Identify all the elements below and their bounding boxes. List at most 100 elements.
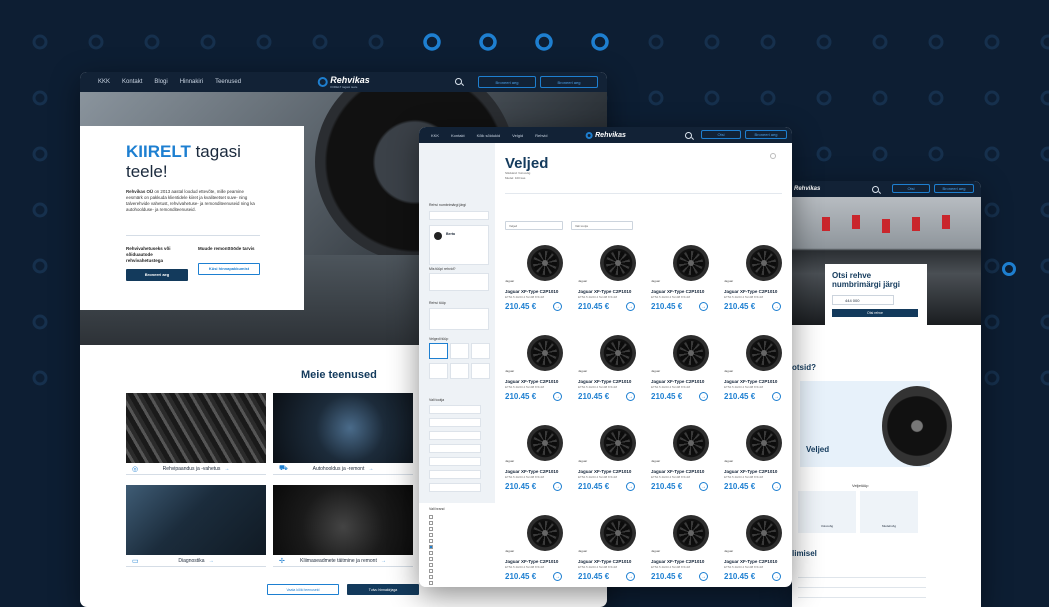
add-to-cart-icon[interactable]: → — [699, 572, 708, 581]
brand-checkbox[interactable] — [429, 575, 433, 579]
plate-input[interactable]: 444 000 — [832, 295, 894, 305]
faq-row[interactable] — [798, 583, 926, 588]
product-card[interactable]: Jaguar Jaguar XF-Type C2P1010 ET52.5 4H6… — [578, 509, 651, 585]
filter-dropdown[interactable] — [429, 444, 481, 453]
brand-checkbox[interactable] — [429, 569, 433, 573]
filter-dropdown[interactable] — [429, 470, 481, 479]
service-card-ac[interactable]: ✢ Kliimaseadmete täitmine ja remont → — [273, 485, 413, 567]
filter-dropdown[interactable] — [429, 483, 481, 492]
filter-dropdown[interactable] — [429, 418, 481, 427]
add-to-cart-icon[interactable]: → — [553, 572, 562, 581]
book-tire-button[interactable]: Broneeri aeg — [126, 269, 188, 281]
nav-hinnakiri[interactable]: Hinnakiri — [180, 79, 203, 85]
rim-type-volvo[interactable]: Volvovõg — [798, 491, 856, 533]
product-card[interactable]: Jaguar Jaguar XF-Type C2P1010 ET52.5 4H6… — [578, 239, 651, 315]
search-icon[interactable] — [455, 78, 462, 85]
nav-kontakt[interactable]: Kontakt — [122, 79, 142, 85]
service-card-maintenance[interactable]: ⛟ Autohooldus ja -remont → — [273, 393, 413, 475]
product-card[interactable]: Jaguar Jaguar XF-Type C2P1010 ET52.5 4H6… — [651, 419, 724, 495]
brand-checkbox[interactable] — [429, 533, 433, 537]
rim-type-option[interactable] — [450, 343, 469, 359]
add-to-cart-icon[interactable]: → — [626, 392, 635, 401]
add-to-cart-icon[interactable]: → — [626, 482, 635, 491]
add-to-cart-icon[interactable]: → — [772, 302, 781, 311]
product-card[interactable]: Jaguar Jaguar XF-Type C2P1010 ET52.5 4H6… — [578, 419, 651, 495]
brand-checkbox[interactable] — [429, 551, 433, 555]
product-card[interactable]: Jaguar Jaguar XF-Type C2P1010 ET52.5 4H6… — [724, 239, 792, 315]
faq-row[interactable] — [798, 573, 926, 578]
rim-type-option[interactable] — [450, 363, 469, 379]
add-to-cart-icon[interactable]: → — [626, 572, 635, 581]
nav-book-button-2[interactable]: Broneeri aeg — [540, 76, 598, 88]
service-card-tires[interactable]: ◎ Rehvipaandus ja -vahetus → — [126, 393, 266, 475]
product-card[interactable]: Jaguar Jaguar XF-Type C2P1010 ET52.5 4H6… — [651, 509, 724, 585]
rim-type-option[interactable] — [429, 343, 448, 359]
add-to-cart-icon[interactable]: → — [772, 392, 781, 401]
nav-teenused[interactable]: Teenused — [215, 79, 241, 85]
manufacturer-select[interactable]: Vali tootja — [571, 221, 633, 230]
nav-kkk[interactable]: KKK — [98, 79, 110, 85]
add-to-cart-icon[interactable]: → — [772, 482, 781, 491]
brand-checkbox[interactable] — [429, 545, 433, 549]
nav-vehicles[interactable]: Kõik sõidukid — [477, 133, 501, 138]
rim-type-option[interactable] — [429, 363, 448, 379]
product-card[interactable]: Jaguar Jaguar XF-Type C2P1010 ET52.5 4H6… — [651, 329, 724, 405]
filter-dropdown[interactable] — [429, 405, 481, 414]
product-card[interactable]: Jaguar Jaguar XF-Type C2P1010 ET52.5 4H6… — [651, 239, 724, 315]
add-to-cart-icon[interactable]: → — [553, 302, 562, 311]
add-to-cart-icon[interactable]: → — [699, 302, 708, 311]
rim-type-option[interactable] — [471, 343, 490, 359]
filter-dropdown[interactable] — [429, 431, 481, 440]
nav-blogi[interactable]: Blogi — [154, 79, 167, 85]
category-select[interactable]: Veljed — [505, 221, 563, 230]
rims-catalog-screenshot: KKK Kontakt Kõik sõidukid Velgid Rehvid … — [419, 127, 792, 587]
service-card-diagnostics[interactable]: ▭ Diagnostika → — [126, 485, 266, 567]
add-to-cart-icon[interactable]: → — [553, 482, 562, 491]
brand-checkbox[interactable] — [429, 563, 433, 567]
product-card[interactable]: Jaguar Jaguar XF-Type C2P1010 ET52.5 4H6… — [724, 419, 792, 495]
nav-book-button[interactable]: Broneeri aeg — [745, 130, 787, 139]
filter-dropdown[interactable] — [429, 457, 481, 466]
rim-type-option[interactable] — [471, 363, 490, 379]
rim-type-model[interactable]: Mudelrvõg — [860, 491, 918, 533]
product-card[interactable]: Jaguar Jaguar XF-Type C2P1010 ET52.5 4H6… — [724, 329, 792, 405]
nav-tires[interactable]: Rehvid — [535, 133, 547, 138]
brand-checkbox[interactable] — [429, 539, 433, 543]
search-icon[interactable] — [685, 132, 692, 139]
price-list-button[interactable]: Tutvu hinnakirjaga — [347, 584, 419, 595]
add-to-cart-icon[interactable]: → — [626, 302, 635, 311]
brand-checkbox[interactable] — [429, 515, 433, 519]
nav-rims[interactable]: Velgid — [512, 133, 523, 138]
quote-button[interactable]: Küsi hinnapakkumist — [198, 263, 260, 275]
add-to-cart-icon[interactable]: → — [553, 392, 562, 401]
nav-book-button[interactable]: Broneeri aeg — [934, 184, 974, 193]
product-card[interactable]: Jaguar Jaguar XF-Type C2P1010 ET52.5 4H6… — [724, 509, 792, 585]
nav-kontakt[interactable]: Kontakt — [451, 133, 465, 138]
add-to-cart-icon[interactable]: → — [699, 482, 708, 491]
search-icon[interactable] — [872, 186, 879, 193]
plate-input[interactable] — [429, 211, 489, 220]
product-card[interactable]: Jaguar Jaguar XF-Type C2P1010 ET52.5 4H6… — [505, 329, 578, 405]
nav-book-button-1[interactable]: Broneeri aeg — [478, 76, 536, 88]
plate-search-button[interactable]: Otsi rehve — [832, 309, 918, 317]
nav-search-button[interactable]: Otsi — [701, 130, 741, 139]
close-icon[interactable] — [770, 153, 776, 159]
nav-kkk[interactable]: KKK — [431, 133, 439, 138]
brand-checkbox[interactable] — [429, 527, 433, 531]
tire-type-option[interactable] — [429, 273, 489, 291]
product-card[interactable]: Jaguar Jaguar XF-Type C2P1010 ET52.5 4H6… — [505, 239, 578, 315]
all-services-button[interactable]: Vaata kõiki teenuseid — [267, 584, 339, 595]
logo[interactable]: Rehvikas KIIRELT tagasi teele — [317, 75, 370, 89]
product-card[interactable]: Jaguar Jaguar XF-Type C2P1010 ET52.5 4H6… — [578, 329, 651, 405]
add-to-cart-icon[interactable]: → — [699, 392, 708, 401]
tire-type-option[interactable] — [429, 308, 489, 330]
add-to-cart-icon[interactable]: → — [772, 572, 781, 581]
logo[interactable]: Rehvikas — [585, 131, 626, 139]
nav-search-button[interactable]: Otsi — [892, 184, 930, 193]
faq-row[interactable] — [798, 593, 926, 598]
brand-checkbox[interactable] — [429, 581, 433, 585]
brand-checkbox[interactable] — [429, 557, 433, 561]
brand-checkbox[interactable] — [429, 521, 433, 525]
product-card[interactable]: Jaguar Jaguar XF-Type C2P1010 ET52.5 4H6… — [505, 419, 578, 495]
product-card[interactable]: Jaguar Jaguar XF-Type C2P1010 ET52.5 4H6… — [505, 509, 578, 585]
